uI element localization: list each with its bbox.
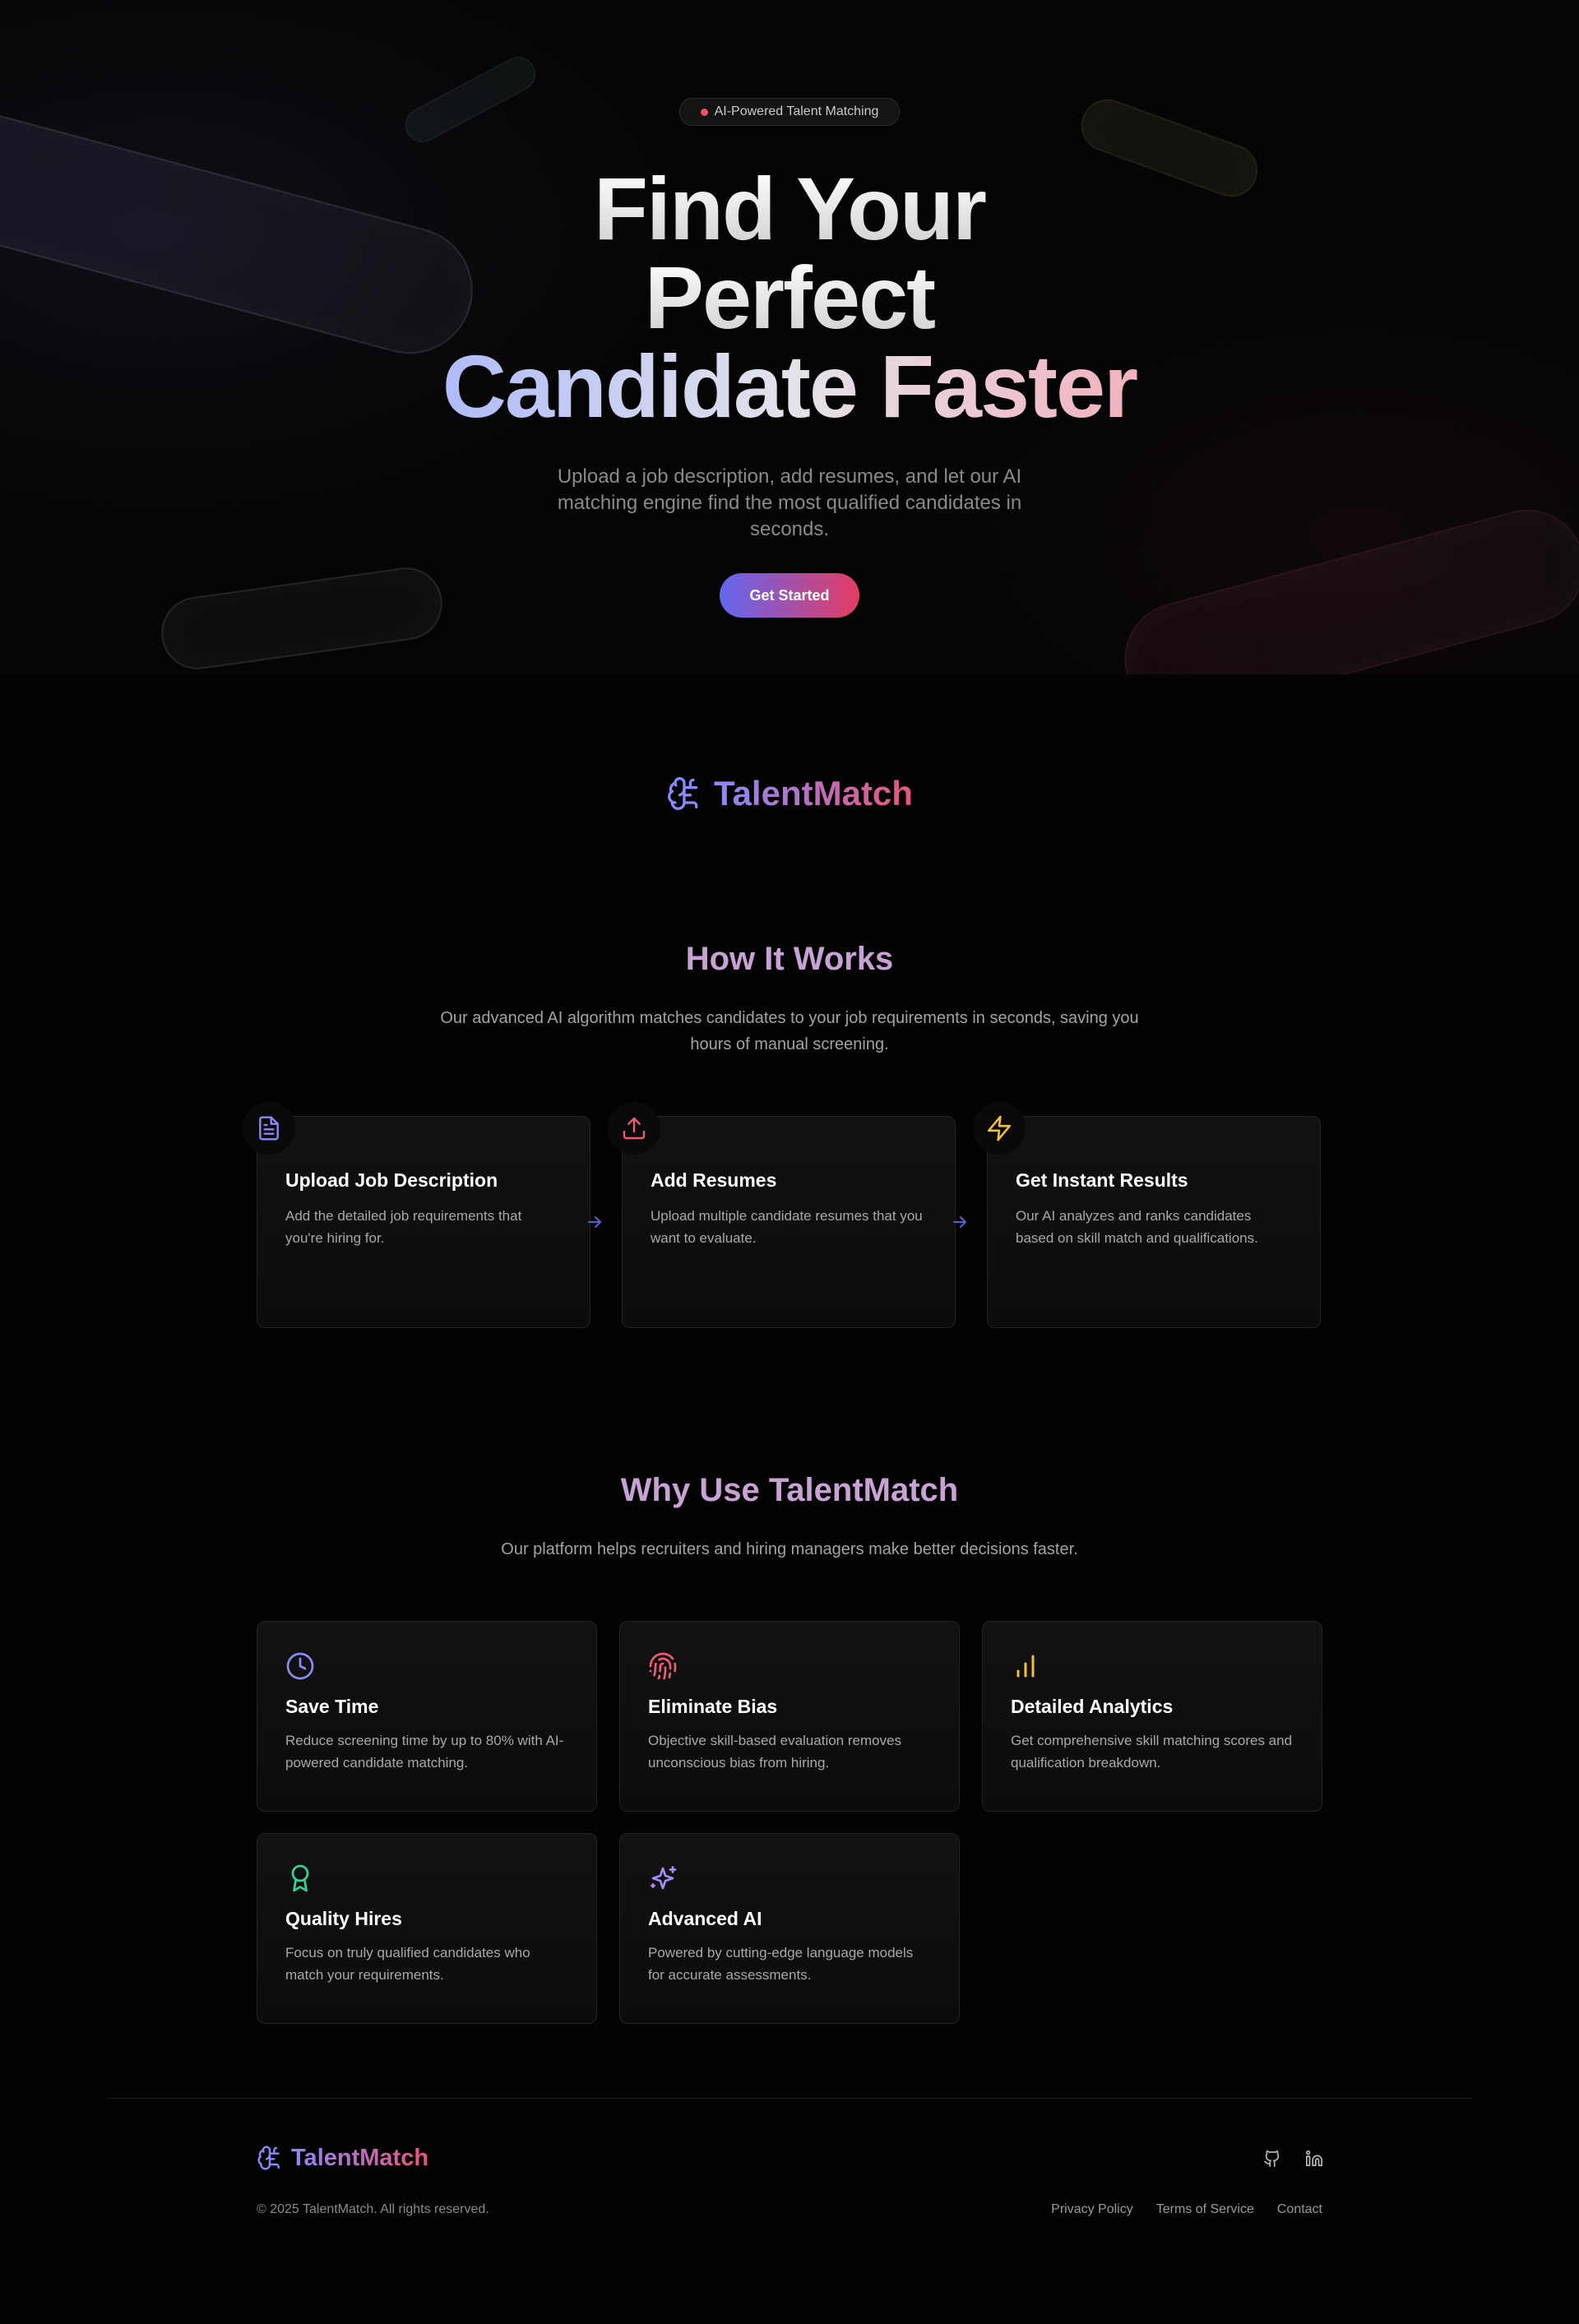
feature-description: Reduce screening time by up to 80% with …	[285, 1733, 564, 1771]
badge-dot-icon	[700, 108, 708, 116]
hero-title-word: Candidate	[442, 336, 857, 436]
hero-title-word: Faster	[879, 336, 1137, 436]
step-title: Add Resumes	[651, 1169, 777, 1191]
linkedin-link[interactable]	[1303, 2148, 1325, 2169]
arrow-right-icon	[953, 1216, 966, 1228]
clock-icon	[286, 1652, 314, 1680]
document-icon	[259, 1116, 279, 1141]
step-title: Upload Job Description	[285, 1169, 498, 1191]
privacy-policy-link[interactable]: Privacy Policy	[1051, 2202, 1133, 2217]
feature-title: Quality Hires	[285, 1908, 402, 1929]
feature-card-quality-hires: Quality Hires Focus on truly qualified c…	[257, 1833, 597, 2024]
sparkles-icon	[651, 1866, 677, 1890]
hero-title-line: Perfect	[378, 253, 1201, 342]
brand-name: TalentMatch	[714, 774, 913, 812]
footer-divider	[107, 2098, 1472, 2099]
why-use-title: Why Use TalentMatch	[620, 1472, 959, 1508]
step-card-add-resumes: Add Resumes Upload multiple candidate re…	[622, 1116, 956, 1328]
fingerprint-icon	[649, 1652, 677, 1680]
upload-icon	[623, 1117, 646, 1140]
step-description: Upload multiple candidate resumes that y…	[651, 1208, 923, 1246]
step-description: Add the detailed job requirements that y…	[285, 1208, 522, 1246]
feature-description: Objective skill-based evaluation removes…	[648, 1733, 902, 1771]
feature-title: Eliminate Bias	[648, 1696, 778, 1717]
feature-card-save-time: Save Time Reduce screening time by up to…	[257, 1621, 597, 1812]
feature-description: Powered by cutting-edge language models …	[648, 1945, 914, 1983]
terms-of-service-link[interactable]: Terms of Service	[1156, 2202, 1254, 2217]
hero-section: AI-Powered Talent Matching Find Your Per…	[0, 0, 1579, 674]
hero-subtitle: Upload a job description, add resumes, a…	[557, 465, 1022, 540]
hero-title-line: Find Your	[378, 164, 1201, 253]
feature-card-eliminate-bias: Eliminate Bias Objective skill-based eva…	[619, 1621, 960, 1812]
footer-brand-name: TalentMatch	[291, 2144, 429, 2171]
feature-card-advanced-ai: Advanced AI Powered by cutting-edge lang…	[619, 1833, 960, 2024]
decorative-pill	[399, 50, 542, 149]
bar-chart-icon	[1016, 1655, 1035, 1678]
step-icon-wrapper	[973, 1102, 1026, 1155]
hero-title-line-gradient: Candidate Faster	[378, 342, 1201, 431]
how-it-works-title: How It Works	[685, 941, 894, 977]
footer-brand[interactable]: TalentMatch	[257, 2141, 428, 2174]
contact-link[interactable]: Contact	[1277, 2202, 1322, 2217]
github-link[interactable]	[1262, 2148, 1283, 2169]
feature-card-detailed-analytics: Detailed Analytics Get comprehensive ski…	[982, 1621, 1322, 1812]
lightning-icon	[987, 1115, 1012, 1141]
decorative-pill	[156, 562, 447, 674]
hero-badge-text: AI-Powered Talent Matching	[714, 104, 879, 118]
feature-description: Get comprehensive skill matching scores …	[1011, 1733, 1293, 1771]
award-icon	[291, 1864, 309, 1892]
brain-icon	[257, 2146, 280, 2170]
why-use-subtitle: Our platform helps recruiters and hiring…	[501, 1540, 1078, 1558]
brand-logo[interactable]: TalentMatch	[662, 771, 917, 817]
step-icon-wrapper	[608, 1102, 660, 1155]
get-started-button[interactable]: Get Started	[720, 573, 859, 618]
decorative-pill	[1111, 497, 1579, 674]
feature-title: Detailed Analytics	[1011, 1696, 1174, 1717]
brain-icon	[668, 777, 698, 810]
step-card-instant-results: Get Instant Results Our AI analyzes and …	[987, 1116, 1321, 1328]
feature-title: Advanced AI	[648, 1908, 762, 1929]
step-description: Our AI analyzes and ranks candidates bas…	[1016, 1208, 1258, 1246]
hero-title: Find Your Perfect Candidate Faster	[378, 164, 1201, 431]
arrow-right-icon	[588, 1216, 601, 1228]
step-card-upload-job: Upload Job Description Add the detailed …	[257, 1116, 590, 1328]
github-icon	[1264, 2150, 1280, 2167]
hero-badge: AI-Powered Talent Matching	[679, 98, 900, 126]
step-title: Get Instant Results	[1016, 1169, 1188, 1191]
copyright-text: © 2025 TalentMatch. All rights reserved.	[257, 2202, 489, 2216]
how-it-works-subtitle: Our advanced AI algorithm matches candid…	[440, 1009, 1139, 1053]
linkedin-icon	[1306, 2150, 1322, 2167]
footer-links: Privacy Policy Terms of Service Contact	[1051, 2202, 1322, 2217]
feature-description: Focus on truly qualified candidates who …	[285, 1945, 530, 1983]
step-icon-wrapper	[243, 1102, 295, 1155]
feature-title: Save Time	[285, 1696, 379, 1717]
